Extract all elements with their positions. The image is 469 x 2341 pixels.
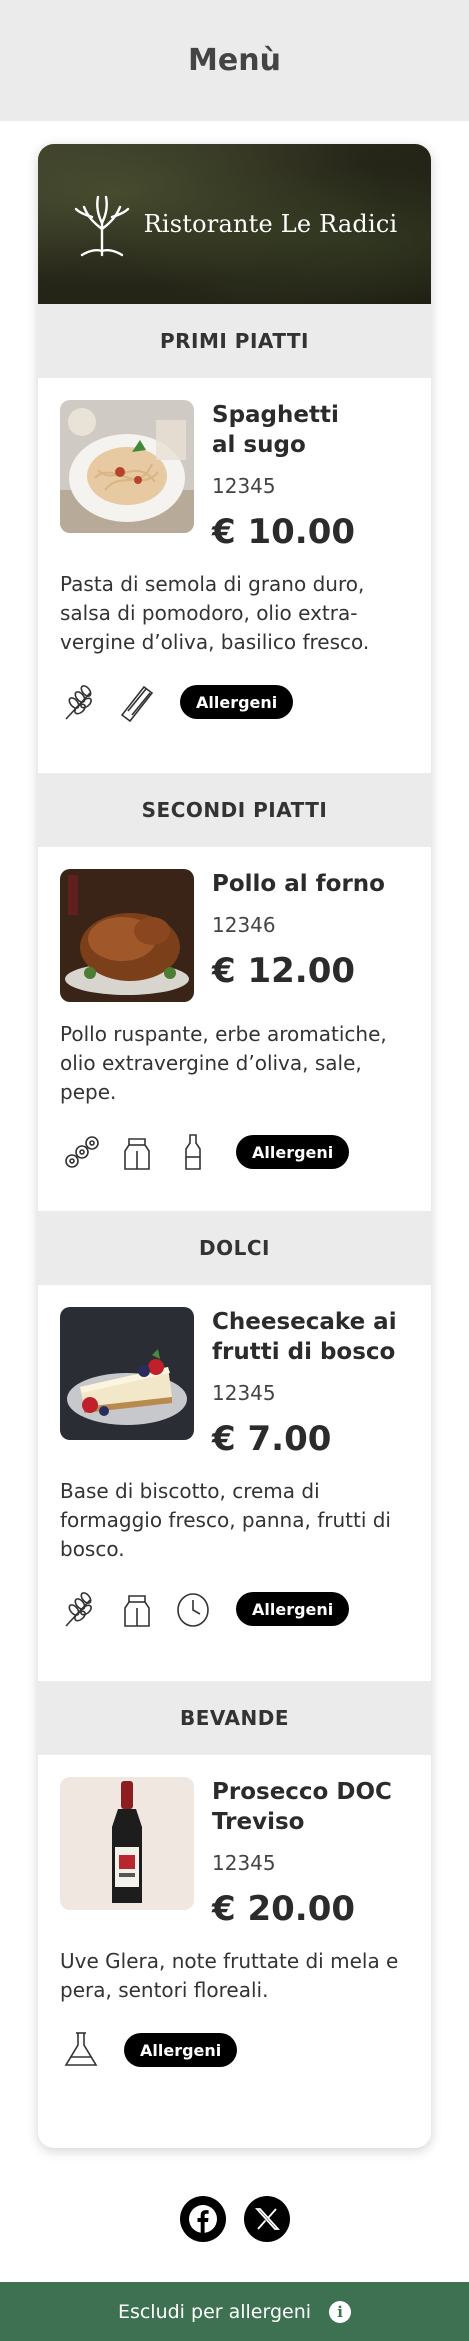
section-header-primi: PRIMI PIATTI	[38, 304, 431, 378]
item-price: € 20.00	[212, 1889, 356, 1929]
dish-photo-pollo	[60, 869, 194, 1002]
allergens-button[interactable]: Allergeni	[180, 685, 294, 719]
menu-item[interactable]: Prosecco DOC Treviso 12345 € 20.00 Uve G…	[38, 1755, 431, 2071]
item-price: € 10.00	[212, 512, 356, 552]
info-icon[interactable]: i	[329, 2300, 352, 2323]
allergens-button[interactable]: Allergeni	[124, 2033, 238, 2067]
dish-photo-spaghetti	[60, 400, 194, 533]
restaurant-name: Ristorante Le Radici	[143, 210, 398, 238]
item-price: € 12.00	[212, 951, 356, 991]
item-code: 12345	[212, 1381, 276, 1405]
celery-icon	[116, 681, 158, 723]
item-description: Uve Glera, note fruttate di mela e pera,…	[60, 1949, 399, 2002]
item-description: Pollo ruspante, erbe aromatiche, olio ex…	[60, 1022, 387, 1104]
milk-icon	[116, 1131, 158, 1173]
section-header-bevande: BEVANDE	[38, 1681, 431, 1755]
tree-logo-icon	[74, 195, 129, 257]
item-description: Pasta di semola di grano duro, salsa di …	[60, 572, 370, 654]
section-header-dolci: DOLCI	[38, 1211, 431, 1285]
allergens-button[interactable]: Allergeni	[236, 1592, 350, 1626]
menu-item[interactable]: Pollo al forno 12346 € 12.00 Pollo ruspa…	[38, 847, 431, 1211]
menu-item[interactable]: Spaghetti al sugo 12345 € 10.00 Pasta di…	[38, 378, 431, 773]
social-links	[0, 2196, 469, 2242]
wheat-icon	[60, 681, 102, 723]
item-name: Spaghetti al sugo	[212, 402, 339, 458]
item-price: € 7.00	[212, 1419, 332, 1459]
drink-photo-prosecco	[60, 1777, 194, 1910]
exclude-allergens-bar[interactable]: Escludi per allergeni i	[0, 2282, 469, 2341]
egg-icon	[172, 1588, 214, 1630]
page-title: Menù	[188, 43, 281, 78]
lupin-icon	[60, 1131, 102, 1173]
item-description: Base di biscotto, crema di formaggio fre…	[60, 1479, 391, 1561]
top-bar: Menù	[0, 0, 469, 121]
section-header-secondi: SECONDI PIATTI	[38, 773, 431, 847]
wheat-icon	[60, 1588, 102, 1630]
item-name: Pollo al forno	[212, 871, 385, 897]
sulphites-icon	[60, 2029, 102, 2071]
item-code: 12345	[212, 1851, 276, 1875]
restaurant-banner: Ristorante Le Radici	[38, 144, 431, 304]
x-icon[interactable]	[243, 2196, 290, 2242]
item-name: Cheesecake ai frutti di bosco	[212, 1309, 397, 1365]
mustard-icon	[172, 1131, 214, 1173]
item-name: Prosecco DOC Treviso	[212, 1779, 392, 1835]
facebook-icon[interactable]	[179, 2196, 226, 2242]
milk-icon	[116, 1588, 158, 1630]
menu-card: Ristorante Le Radici PRIMI PIATTI Spaghe…	[38, 144, 431, 2148]
exclude-allergens-label: Escludi per allergeni	[117, 2300, 312, 2323]
item-code: 12345	[212, 474, 276, 498]
allergens-button[interactable]: Allergeni	[236, 1135, 350, 1169]
dish-photo-cheesecake	[60, 1307, 194, 1440]
item-code: 12346	[212, 913, 276, 937]
menu-item[interactable]: Cheesecake ai frutti di bosco 12345 € 7.…	[38, 1285, 431, 1681]
